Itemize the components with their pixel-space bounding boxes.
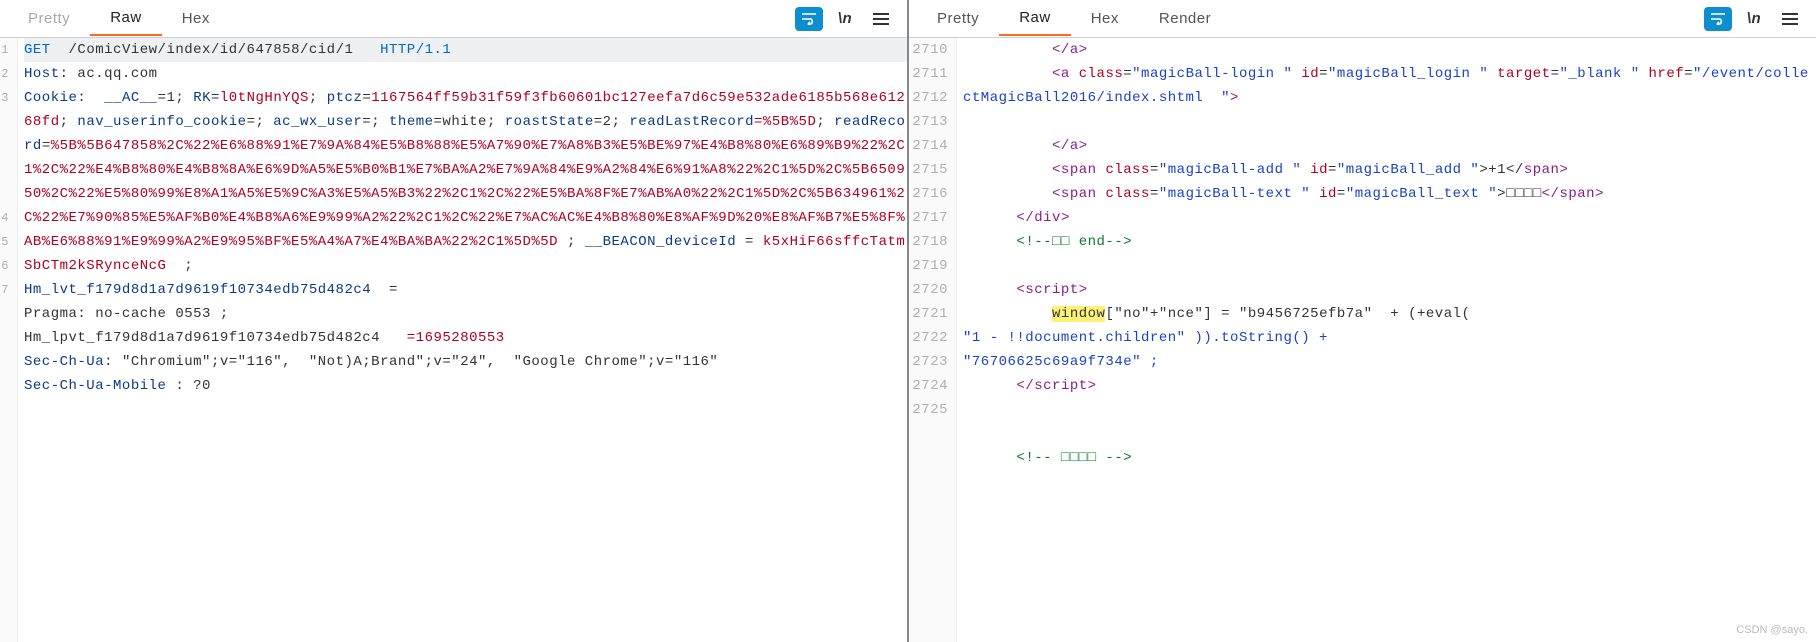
watermark: CSDN @sayo. (1736, 624, 1808, 636)
gutter-left: 1 2 3 4 5 6 7 (0, 38, 18, 642)
gutter-right: 2710 2711 2712 2713 2714 2715 2716 2717 … (909, 38, 957, 642)
request-pane: Pretty Raw Hex \n 1 2 3 4 5 6 7 GET /Com… (0, 0, 907, 642)
tab-raw-r[interactable]: Raw (999, 1, 1071, 36)
tabs-right: Pretty Raw Hex Render \n (909, 0, 1816, 38)
tabs-left: Pretty Raw Hex \n (0, 0, 907, 38)
wrap-icon-r[interactable] (1702, 3, 1734, 35)
tab-pretty-r[interactable]: Pretty (917, 2, 999, 35)
menu-icon[interactable] (865, 3, 897, 35)
tab-hex[interactable]: Hex (162, 2, 230, 35)
response-code[interactable]: </a> <a class="magicBall-login " id="mag… (957, 38, 1816, 642)
wrap-icon[interactable] (793, 3, 825, 35)
response-editor[interactable]: 2710 2711 2712 2713 2714 2715 2716 2717 … (909, 38, 1816, 642)
newline-icon[interactable]: \n (829, 3, 861, 35)
tab-render-r[interactable]: Render (1139, 2, 1231, 35)
tab-raw[interactable]: Raw (90, 1, 162, 36)
request-editor[interactable]: 1 2 3 4 5 6 7 GET /ComicView/index/id/64… (0, 38, 907, 642)
request-code[interactable]: GET /ComicView/index/id/647858/cid/1 HTT… (18, 38, 907, 642)
tab-hex-r[interactable]: Hex (1071, 2, 1139, 35)
tab-pretty[interactable]: Pretty (8, 2, 90, 35)
newline-icon-r[interactable]: \n (1738, 3, 1770, 35)
response-pane: Pretty Raw Hex Render \n 2710 2711 2712 … (907, 0, 1816, 642)
menu-icon-r[interactable] (1774, 3, 1806, 35)
